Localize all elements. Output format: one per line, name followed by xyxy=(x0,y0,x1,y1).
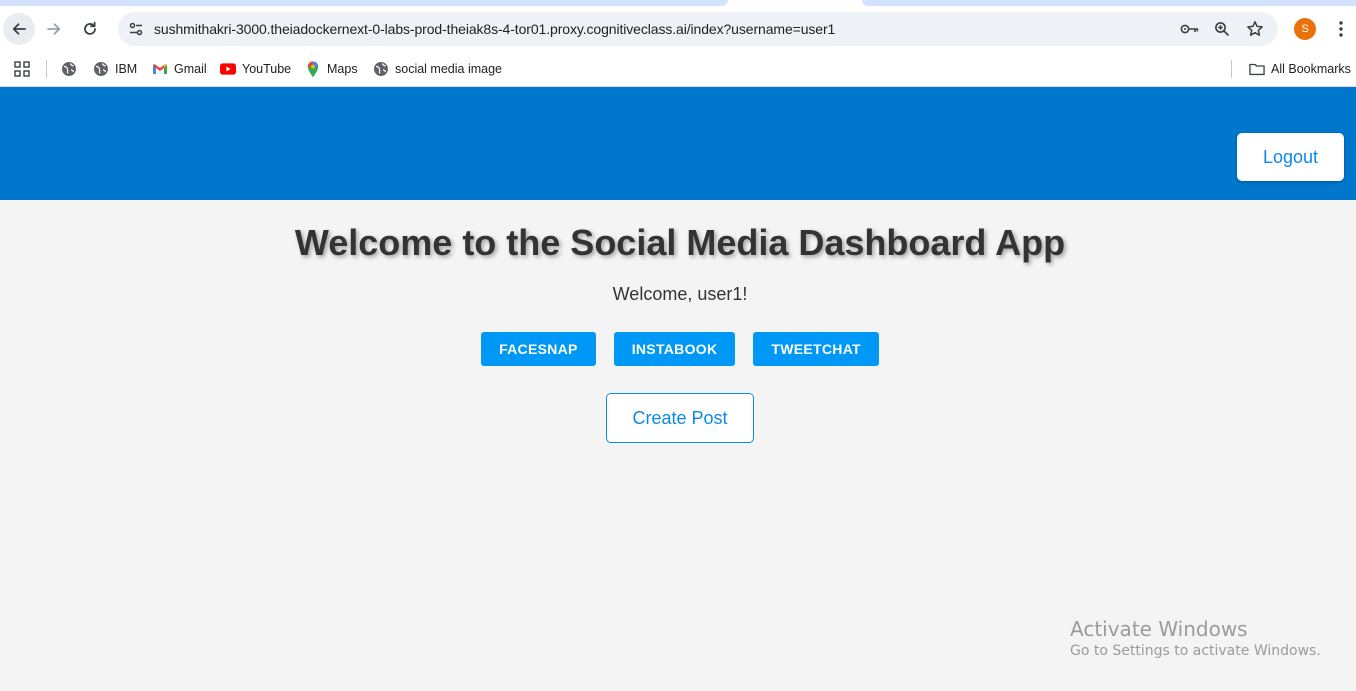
back-button[interactable] xyxy=(3,13,35,45)
address-bar[interactable]: sushmithakri-3000.theiadockernext-0-labs… xyxy=(118,12,1278,46)
bookmark-ibm[interactable]: IBM xyxy=(93,58,137,80)
zoom-button[interactable] xyxy=(1211,18,1233,40)
logout-button[interactable]: Logout xyxy=(1237,133,1344,181)
youtube-icon xyxy=(220,61,236,77)
bookmark-label: social media image xyxy=(395,62,502,76)
folder-icon xyxy=(1249,61,1265,77)
maps-icon xyxy=(305,61,321,77)
globe-icon xyxy=(93,61,109,77)
tune-icon xyxy=(129,22,143,36)
bookmark-social-media-image[interactable]: social media image xyxy=(373,58,502,80)
browser-menu-button[interactable] xyxy=(1330,16,1352,42)
reload-button[interactable] xyxy=(74,13,106,45)
arrow-left-icon xyxy=(12,23,26,35)
reload-icon xyxy=(84,21,96,35)
all-bookmarks-button[interactable]: All Bookmarks xyxy=(1249,58,1351,80)
page-title: Welcome to the Social Media Dashboard Ap… xyxy=(294,222,1066,263)
star-icon xyxy=(1247,21,1263,36)
forward-button[interactable] xyxy=(38,13,70,45)
apps-grid-icon xyxy=(14,61,30,77)
bookmark-globe[interactable] xyxy=(61,58,83,80)
social-buttons-row: FACESNAP INSTABOOK TWEETCHAT xyxy=(0,332,1356,366)
activate-windows-title: Activate Windows xyxy=(1070,617,1248,641)
bookmark-label: YouTube xyxy=(242,62,292,76)
profile-avatar[interactable]: S xyxy=(1294,18,1316,40)
bookmarks-bar: IBM Gmail YouTube Maps social media imag… xyxy=(0,52,1356,87)
bookmark-star-button[interactable] xyxy=(1244,18,1266,40)
bookmarks-divider xyxy=(1231,60,1232,78)
all-bookmarks-label: All Bookmarks xyxy=(1271,62,1351,76)
bookmarks-divider xyxy=(46,60,47,78)
gmail-icon xyxy=(152,61,168,77)
password-key-button[interactable] xyxy=(1179,18,1201,40)
bookmark-gmail[interactable]: Gmail xyxy=(152,58,207,80)
app-header xyxy=(0,87,1356,200)
bookmark-maps[interactable]: Maps xyxy=(305,58,358,80)
create-post-button[interactable]: Create Post xyxy=(606,393,754,443)
tweetchat-button[interactable]: TWEETCHAT xyxy=(753,332,879,366)
activate-windows-subtitle: Go to Settings to activate Windows. xyxy=(1070,643,1321,659)
url-text[interactable]: sushmithakri-3000.theiadockernext-0-labs… xyxy=(154,21,835,37)
bookmark-youtube[interactable]: YouTube xyxy=(220,58,291,80)
browser-toolbar: sushmithakri-3000.theiadockernext-0-labs… xyxy=(0,6,1356,52)
bookmark-label: Maps xyxy=(327,62,358,76)
apps-button[interactable] xyxy=(14,58,30,80)
site-info-button[interactable] xyxy=(124,17,148,41)
zoom-icon xyxy=(1215,22,1230,37)
globe-icon xyxy=(373,61,389,77)
globe-icon xyxy=(61,61,77,77)
facesnap-button[interactable]: FACESNAP xyxy=(481,332,596,366)
welcome-message: Welcome, user1! xyxy=(612,284,748,304)
more-vert-icon xyxy=(1339,21,1343,37)
bookmark-label: Gmail xyxy=(174,62,207,76)
arrow-right-icon xyxy=(47,23,61,35)
instabook-button[interactable]: INSTABOOK xyxy=(613,332,736,366)
key-icon xyxy=(1180,24,1199,34)
bookmark-label: IBM xyxy=(115,62,138,76)
